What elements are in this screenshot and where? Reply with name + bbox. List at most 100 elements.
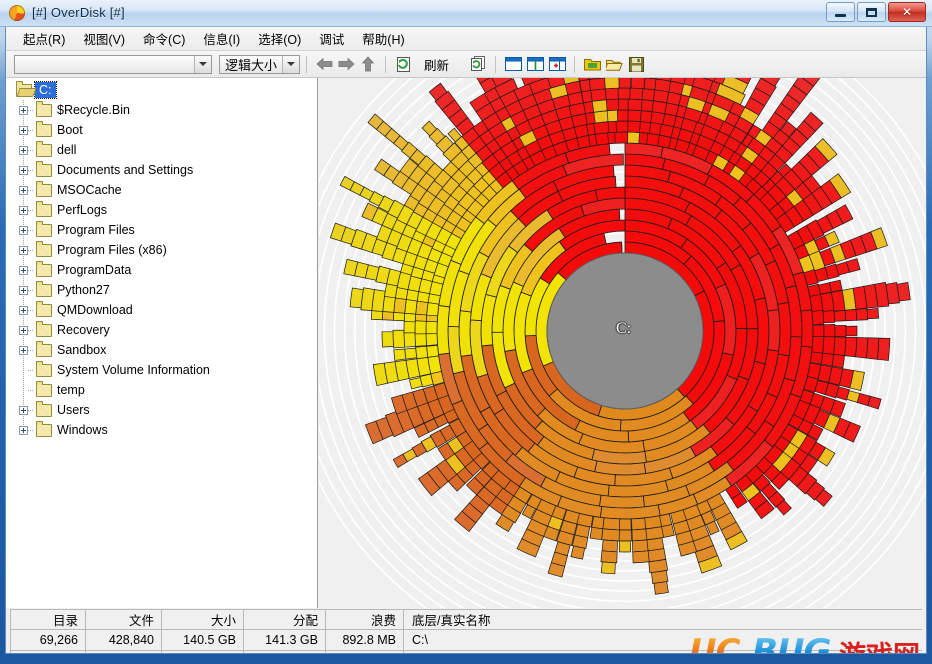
chevron-down-icon[interactable] bbox=[194, 55, 211, 73]
view-split-vertical-button[interactable] bbox=[524, 54, 546, 75]
expand-toggle-icon[interactable] bbox=[19, 165, 28, 175]
sunburst-segment[interactable] bbox=[392, 329, 405, 349]
sunburst-segment[interactable] bbox=[601, 528, 620, 542]
sunburst-segment[interactable] bbox=[393, 348, 407, 361]
tree-item-qmdownload[interactable]: QMDownload bbox=[19, 300, 133, 320]
sunburst-segment[interactable] bbox=[822, 309, 836, 324]
tree-item-program-files-x86[interactable]: Program Files (x86) bbox=[19, 240, 167, 260]
sunburst-segment[interactable] bbox=[631, 517, 647, 531]
sunburst-segment[interactable] bbox=[833, 310, 847, 322]
pane-divider[interactable] bbox=[317, 78, 318, 608]
menu-info[interactable]: 信息(I) bbox=[194, 27, 249, 51]
sunburst-segment[interactable] bbox=[618, 78, 632, 89]
sunburst-segment[interactable] bbox=[426, 345, 440, 358]
tree-item-boot[interactable]: Boot bbox=[19, 120, 83, 140]
menu-select[interactable]: 选择(O) bbox=[249, 27, 310, 51]
sunburst-segment[interactable] bbox=[777, 301, 792, 357]
sunburst-segment[interactable] bbox=[834, 324, 847, 338]
up-button[interactable] bbox=[357, 54, 379, 75]
refresh-label[interactable]: 刷新 bbox=[420, 55, 453, 74]
tree-root-node[interactable]: C: bbox=[14, 80, 57, 100]
menu-start[interactable]: 起点(R) bbox=[14, 27, 74, 51]
sunburst-segment[interactable] bbox=[604, 87, 620, 101]
sunburst-segment[interactable] bbox=[414, 320, 427, 335]
expand-toggle-icon[interactable] bbox=[19, 145, 28, 155]
expand-toggle-icon[interactable] bbox=[19, 105, 28, 115]
expand-toggle-icon[interactable] bbox=[19, 405, 28, 415]
close-button[interactable]: ✕ bbox=[888, 2, 926, 22]
sunburst-segment[interactable] bbox=[631, 528, 648, 542]
sunburst-segment[interactable] bbox=[855, 307, 869, 321]
sunburst-segment[interactable] bbox=[632, 550, 650, 564]
sunburst-segment[interactable] bbox=[403, 321, 416, 334]
sunburst-segment[interactable] bbox=[855, 337, 869, 359]
sunburst-segment[interactable] bbox=[618, 529, 632, 542]
refresh-page-button[interactable] bbox=[467, 54, 489, 75]
expand-toggle-icon[interactable] bbox=[19, 125, 28, 135]
sunburst-segment[interactable] bbox=[598, 494, 645, 509]
expand-toggle-icon[interactable] bbox=[19, 305, 28, 315]
chart-center-hub[interactable] bbox=[546, 252, 704, 410]
menu-help[interactable]: 帮助(H) bbox=[353, 27, 413, 51]
sunburst-segment[interactable] bbox=[349, 287, 364, 309]
sunburst-segment[interactable] bbox=[436, 304, 451, 355]
sunburst-svg[interactable] bbox=[319, 78, 926, 608]
back-button[interactable] bbox=[313, 54, 335, 75]
sunburst-segment[interactable] bbox=[866, 337, 880, 360]
menu-command[interactable]: 命令(C) bbox=[134, 27, 194, 51]
sunburst-segment[interactable] bbox=[618, 540, 632, 553]
size-mode-combo[interactable]: 逻辑大小 bbox=[219, 54, 301, 74]
sunburst-segment[interactable] bbox=[415, 345, 429, 360]
menu-view[interactable]: 视图(V) bbox=[74, 27, 134, 51]
tree-item-perflogs[interactable]: PerfLogs bbox=[19, 200, 107, 220]
expand-toggle-icon[interactable] bbox=[19, 425, 28, 435]
sunburst-segment[interactable] bbox=[867, 395, 882, 410]
sunburst-segment[interactable] bbox=[877, 337, 891, 361]
tree-item-recovery[interactable]: Recovery bbox=[19, 320, 110, 340]
view-single-button[interactable] bbox=[502, 54, 524, 75]
chevron-down-icon[interactable] bbox=[282, 55, 300, 73]
expand-toggle-icon[interactable] bbox=[19, 325, 28, 335]
sunburst-segment[interactable] bbox=[820, 352, 835, 367]
sunburst-segment[interactable] bbox=[831, 354, 846, 369]
sunburst-segment[interactable] bbox=[811, 309, 825, 325]
folder-tree[interactable]: C: $Recycle.Bin Boot dell Documents and Sett… bbox=[6, 78, 317, 608]
tree-item-dell[interactable]: dell bbox=[19, 140, 76, 160]
sunburst-segment[interactable] bbox=[822, 336, 836, 355]
sunburst-segment[interactable] bbox=[896, 282, 911, 302]
sunburst-segment[interactable] bbox=[767, 309, 781, 352]
refresh-button[interactable] bbox=[392, 54, 414, 75]
forward-button[interactable] bbox=[335, 54, 357, 75]
sunburst-segment[interactable] bbox=[844, 336, 858, 358]
sunburst-segment[interactable] bbox=[800, 309, 814, 348]
sunburst-segment[interactable] bbox=[404, 347, 418, 360]
sunburst-segment[interactable] bbox=[605, 98, 621, 112]
tree-item-windows[interactable]: Windows bbox=[19, 420, 108, 440]
view-split-add-button[interactable] bbox=[546, 54, 568, 75]
sunburst-segment[interactable] bbox=[601, 539, 618, 553]
tree-item-temp[interactable]: temp bbox=[19, 380, 85, 400]
tree-item-users[interactable]: Users bbox=[19, 400, 90, 420]
sunburst-segment[interactable] bbox=[809, 351, 824, 365]
sunburst-segment[interactable] bbox=[631, 539, 649, 553]
sunburst-segment[interactable] bbox=[602, 517, 621, 531]
expand-toggle-icon[interactable] bbox=[19, 225, 28, 235]
expand-toggle-icon[interactable] bbox=[19, 185, 28, 195]
sunburst-segment[interactable] bbox=[591, 515, 605, 530]
tree-item-system-volume-information[interactable]: System Volume Information bbox=[19, 360, 210, 380]
sunburst-segment[interactable] bbox=[570, 545, 586, 560]
sunburst-segment[interactable] bbox=[618, 518, 632, 531]
tree-item-sandbox[interactable]: Sandbox bbox=[19, 340, 106, 360]
open-file-button[interactable] bbox=[603, 54, 625, 75]
sunburst-segment[interactable] bbox=[828, 279, 843, 293]
sunburst-segment[interactable] bbox=[866, 308, 880, 320]
sunburst-segment[interactable] bbox=[833, 336, 847, 357]
menu-debug[interactable]: 调试 bbox=[310, 27, 353, 51]
sunburst-segment[interactable] bbox=[600, 561, 616, 575]
minimize-button[interactable] bbox=[826, 2, 855, 22]
tree-item-program-files[interactable]: Program Files bbox=[19, 220, 135, 240]
sunburst-segment[interactable] bbox=[823, 324, 836, 338]
sunburst-segment[interactable] bbox=[604, 78, 620, 90]
path-combo[interactable] bbox=[14, 54, 212, 74]
sunburst-segment[interactable] bbox=[458, 310, 473, 357]
